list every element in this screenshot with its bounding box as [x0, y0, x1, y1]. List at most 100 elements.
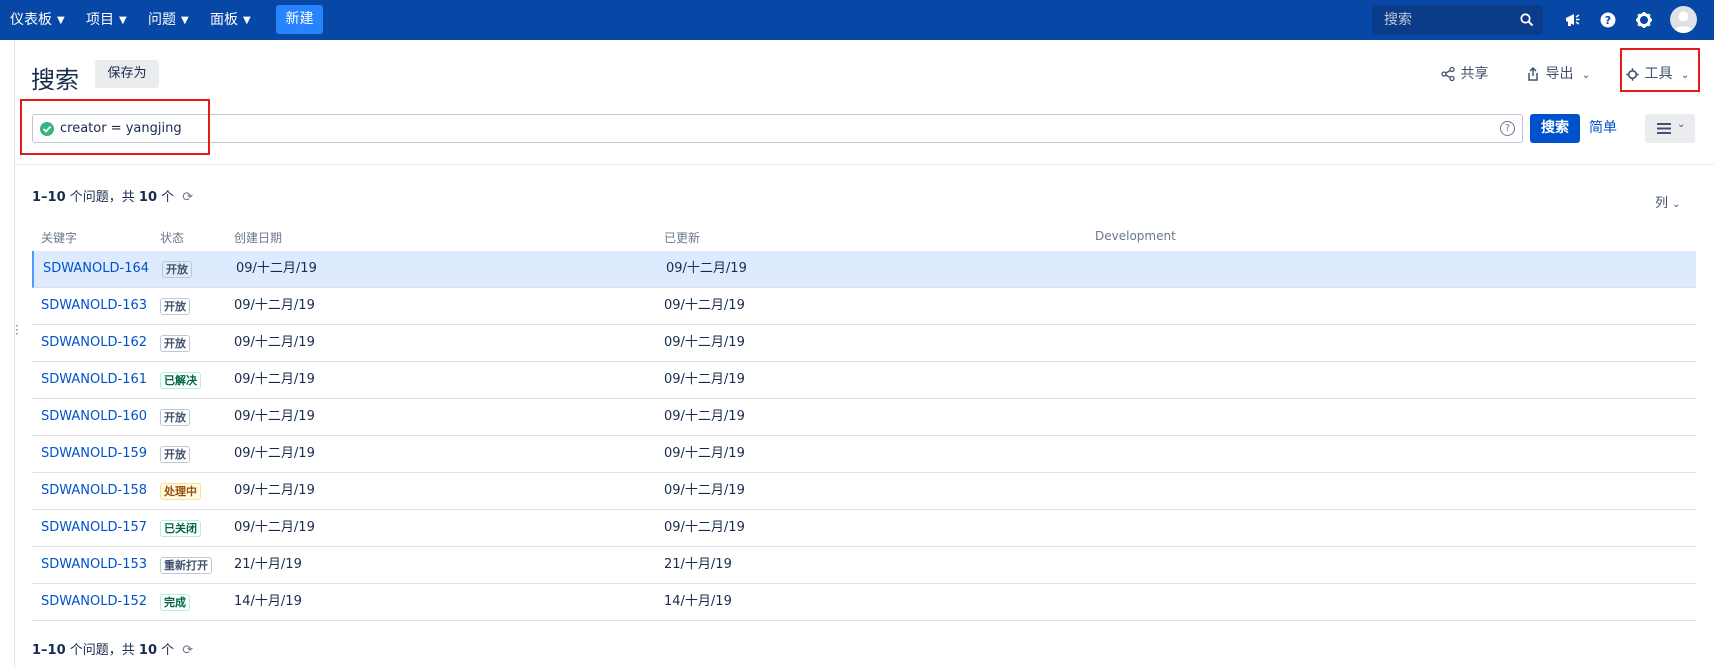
results-count-text: 个问题，共 — [65, 190, 139, 205]
updated-date: 09/十二月/19 — [664, 520, 745, 535]
chevron-down-icon: ▼ — [119, 15, 127, 26]
updated-date: 09/十二月/19 — [664, 409, 745, 424]
jql-query-input[interactable]: creator = yangjing ? — [32, 114, 1523, 143]
top-navigation-bar: 仪表板 ▼ 项目 ▼ 问题 ▼ 面板 ▼ 新建 ? — [0, 0, 1714, 40]
results-range: 1–10 — [32, 643, 66, 658]
created-date: 09/十二月/19 — [234, 335, 315, 350]
column-header-status[interactable]: 状态 — [160, 229, 184, 246]
results-count-text: 个问题，共 — [65, 643, 139, 658]
column-header-updated[interactable]: 已更新 — [664, 229, 700, 246]
save-as-button[interactable]: 保存为 — [95, 60, 159, 88]
table-row[interactable]: SDWANOLD-162 开放 09/十二月/19 09/十二月/19 — [32, 325, 1696, 362]
table-row[interactable]: SDWANOLD-160 开放 09/十二月/19 09/十二月/19 — [32, 399, 1696, 436]
chevron-down-icon: ▼ — [181, 15, 189, 26]
issue-key-link[interactable]: SDWANOLD-164 — [43, 251, 149, 287]
issue-key-link[interactable]: SDWANOLD-160 — [41, 399, 147, 435]
updated-date: 09/十二月/19 — [664, 483, 745, 498]
created-date: 21/十月/19 — [234, 557, 302, 572]
user-icon — [1673, 11, 1694, 33]
table-row[interactable]: SDWANOLD-164 开放 09/十二月/19 09/十二月/19 — [32, 251, 1696, 288]
issue-key-link[interactable]: SDWANOLD-157 — [41, 510, 147, 546]
status-badge: 已解决 — [160, 372, 201, 389]
created-date: 09/十二月/19 — [234, 446, 315, 461]
settings-icon[interactable] — [1632, 8, 1656, 32]
create-button[interactable]: 新建 — [276, 5, 323, 34]
nav-projects[interactable]: 项目 ▼ — [86, 0, 127, 40]
issue-key-link[interactable]: SDWANOLD-159 — [41, 436, 147, 472]
megaphone-icon[interactable] — [1561, 8, 1585, 32]
updated-date: 09/十二月/19 — [664, 372, 745, 387]
columns-label: 列 — [1655, 196, 1669, 211]
sidebar-resize-handle[interactable]: · · · — [15, 320, 19, 340]
basic-search-link[interactable]: 简单 — [1589, 114, 1617, 143]
status-badge: 处理中 — [160, 483, 201, 500]
columns-button[interactable]: 列 ⌄ — [1655, 192, 1681, 211]
status-badge: 开放 — [160, 298, 190, 315]
search-icon[interactable] — [1520, 13, 1534, 27]
refresh-icon[interactable]: ⟳ — [182, 190, 193, 205]
updated-date: 14/十月/19 — [664, 594, 732, 609]
share-icon — [1441, 66, 1455, 82]
nav-projects-label: 项目 — [86, 12, 114, 28]
status-badge: 开放 — [160, 409, 190, 426]
results-range: 1–10 — [32, 190, 66, 205]
status-badge: 重新打开 — [160, 557, 212, 574]
table-row[interactable]: SDWANOLD-161 已解决 09/十二月/19 09/十二月/19 — [32, 362, 1696, 399]
table-row[interactable]: SDWANOLD-157 已关闭 09/十二月/19 09/十二月/19 — [32, 510, 1696, 547]
created-date: 09/十二月/19 — [236, 261, 317, 276]
chevron-down-icon: ▼ — [243, 15, 251, 26]
table-row[interactable]: SDWANOLD-153 重新打开 21/十月/19 21/十月/19 — [32, 547, 1696, 584]
issue-key-link[interactable]: SDWANOLD-152 — [41, 584, 147, 620]
annotation-highlight-query — [20, 99, 210, 155]
sidebar-divider — [14, 40, 15, 667]
annotation-highlight-tools — [1620, 48, 1700, 92]
avatar[interactable] — [1670, 6, 1697, 33]
updated-date: 09/十二月/19 — [664, 335, 745, 350]
results-count-bottom: 1–10 个问题，共 10 个 ⟳ — [32, 639, 193, 658]
nav-boards-label: 面板 — [210, 12, 238, 28]
global-search — [1372, 5, 1543, 35]
export-button[interactable]: 导出 ⌄ — [1525, 62, 1590, 86]
view-options-button[interactable]: ⌄ — [1645, 114, 1695, 143]
nav-boards[interactable]: 面板 ▼ — [210, 0, 251, 40]
results-count-suffix: 个 — [157, 643, 175, 658]
status-badge: 完成 — [160, 594, 190, 611]
status-badge: 已关闭 — [160, 520, 201, 537]
results-total: 10 — [138, 643, 157, 658]
status-badge: 开放 — [160, 446, 190, 463]
share-label: 共享 — [1460, 66, 1489, 82]
updated-date: 09/十二月/19 — [664, 298, 745, 313]
issue-key-link[interactable]: SDWANOLD-162 — [41, 325, 147, 361]
created-date: 09/十二月/19 — [234, 483, 315, 498]
export-icon — [1528, 66, 1538, 81]
issue-key-link[interactable]: SDWANOLD-161 — [41, 362, 147, 398]
nav-dashboards[interactable]: 仪表板 ▼ — [10, 0, 65, 40]
updated-date: 09/十二月/19 — [666, 261, 747, 276]
table-row[interactable]: SDWANOLD-158 处理中 09/十二月/19 09/十二月/19 — [32, 473, 1696, 510]
search-button[interactable]: 搜索 — [1530, 114, 1580, 143]
help-icon[interactable]: ? — [1596, 8, 1620, 32]
svg-text:?: ? — [1605, 14, 1611, 27]
issue-key-link[interactable]: SDWANOLD-163 — [41, 288, 147, 324]
menu-icon — [1657, 123, 1671, 134]
nav-issues[interactable]: 问题 ▼ — [148, 0, 189, 40]
global-search-input[interactable] — [1372, 5, 1512, 35]
chevron-down-icon: ⌄ — [1581, 70, 1591, 81]
updated-date: 09/十二月/19 — [664, 446, 745, 461]
column-header-key[interactable]: 关键字 — [41, 229, 77, 246]
issue-key-link[interactable]: SDWANOLD-158 — [41, 473, 147, 509]
refresh-icon[interactable]: ⟳ — [182, 643, 193, 658]
table-row[interactable]: SDWANOLD-152 完成 14/十月/19 14/十月/19 — [32, 584, 1696, 621]
column-header-created[interactable]: 创建日期 — [234, 229, 282, 246]
results-count-top: 1–10 个问题，共 10 个 ⟳ — [32, 186, 193, 205]
table-row[interactable]: SDWANOLD-163 开放 09/十二月/19 09/十二月/19 — [32, 288, 1696, 325]
issue-key-link[interactable]: SDWANOLD-153 — [41, 547, 147, 583]
results-total: 10 — [138, 190, 157, 205]
divider — [15, 164, 1714, 165]
column-header-development[interactable]: Development — [1095, 229, 1176, 243]
help-icon[interactable]: ? — [1500, 121, 1515, 136]
table-row[interactable]: SDWANOLD-159 开放 09/十二月/19 09/十二月/19 — [32, 436, 1696, 473]
share-button[interactable]: 共享 — [1440, 62, 1488, 86]
nav-issues-label: 问题 — [148, 12, 176, 28]
updated-date: 21/十月/19 — [664, 557, 732, 572]
